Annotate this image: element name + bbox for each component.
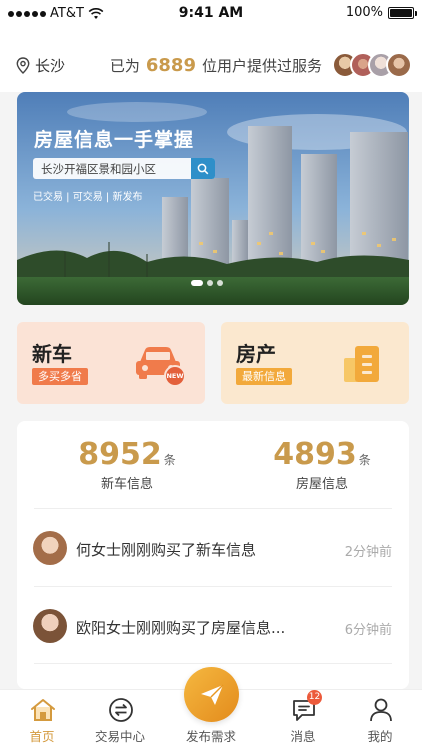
new-car-count: 8952: [78, 437, 162, 472]
served-users-text: 已为 6889 位用户提供过服务: [110, 55, 322, 76]
tab-messages-label: 消息: [290, 729, 316, 744]
search-icon: [197, 163, 209, 174]
feed-text: 何女士刚刚购买了新车信息: [76, 541, 257, 559]
building-icon: [344, 346, 379, 382]
divider: [34, 586, 392, 587]
new-car-stat-label: 新车信息: [100, 477, 153, 492]
avatar: [33, 531, 67, 565]
property-unit: 条: [358, 453, 371, 467]
carousel-indicator[interactable]: [191, 280, 223, 286]
feed-item[interactable]: 何女士刚刚购买了新车信息 2分钟前: [17, 513, 409, 583]
property-card[interactable]: 房产 最新信息: [221, 322, 409, 404]
divider: [34, 508, 392, 509]
battery-status: 100%: [345, 5, 417, 20]
battery-icon: [388, 6, 417, 19]
send-icon: [200, 684, 223, 705]
status-bar: AT&T 9:41 AM 100%: [0, 0, 422, 27]
served-prefix: 已为: [109, 57, 140, 75]
location-pin-icon: [16, 57, 30, 74]
message-count-badge: 12: [307, 690, 322, 705]
tab-messages[interactable]: 消息: [261, 690, 345, 750]
property-title: 房产: [236, 342, 276, 366]
search-button[interactable]: [191, 158, 215, 179]
served-count: 6889: [145, 55, 196, 76]
property-badge: 最新信息: [236, 368, 292, 385]
new-car-stat[interactable]: 8952 条 新车信息: [77, 437, 177, 492]
new-car-card[interactable]: 新车 多买多省 NEW: [17, 322, 205, 404]
feed-time: 2分钟前: [344, 545, 392, 560]
tab-trade-center-label: 交易中心: [94, 729, 145, 744]
publish-button[interactable]: [184, 667, 239, 722]
feed-item[interactable]: 欧阳女士刚刚购买了房屋信息... 6分钟前: [17, 591, 409, 661]
user-icon: [370, 698, 392, 722]
banner-tags: 已交易 | 可交易 | 新发布: [33, 192, 143, 203]
banner-search-value: 长沙开福区景和园小区: [41, 161, 156, 176]
new-car-title: 新车: [32, 342, 72, 366]
location-selector[interactable]: 长沙: [16, 55, 65, 76]
divider: [34, 663, 392, 664]
property-stat[interactable]: 4893 条 房屋信息: [272, 437, 372, 492]
carousel-dot[interactable]: [207, 280, 213, 286]
banner-title: 房屋信息一手掌握: [34, 129, 195, 151]
served-suffix: 位用户提供过服务: [201, 57, 322, 75]
tab-publish-label: 发布需求: [185, 729, 236, 744]
tab-home-label: 首页: [29, 729, 55, 744]
new-badge-icon: NEW: [164, 365, 186, 387]
property-count: 4893: [273, 437, 357, 472]
new-car-unit: 条: [163, 453, 176, 467]
banner-search-field[interactable]: 长沙开福区景和园小区: [33, 158, 215, 179]
tab-home[interactable]: 首页: [0, 690, 84, 750]
carousel-dot[interactable]: [191, 280, 203, 286]
feed-text: 欧阳女士刚刚购买了房屋信息...: [76, 619, 286, 637]
tab-profile-label: 我的: [367, 729, 393, 744]
promo-banner[interactable]: 房屋信息一手掌握 长沙开福区景和园小区 已交易 | 可交易 | 新发布: [17, 92, 409, 305]
property-stat-label: 房屋信息: [295, 477, 348, 492]
feed-time: 6分钟前: [344, 623, 392, 638]
avatar: [33, 609, 67, 643]
exchange-icon: [109, 698, 133, 722]
location-label: 长沙: [35, 57, 66, 75]
new-car-badge: 多买多省: [32, 368, 88, 385]
stats-panel: 8952 条 新车信息 4893 条 房屋信息 何女士刚刚购买了新车信息 2分钟前 …: [17, 421, 409, 689]
carousel-dot[interactable]: [217, 280, 223, 286]
avatar: [386, 52, 412, 78]
home-icon: [31, 699, 55, 721]
battery-label: 100%: [345, 5, 383, 20]
user-avatars: [332, 52, 412, 78]
tab-trade-center[interactable]: 交易中心: [78, 690, 162, 750]
tab-profile[interactable]: 我的: [338, 690, 422, 750]
header: 长沙 已为 6889 位用户提供过服务: [0, 27, 422, 92]
